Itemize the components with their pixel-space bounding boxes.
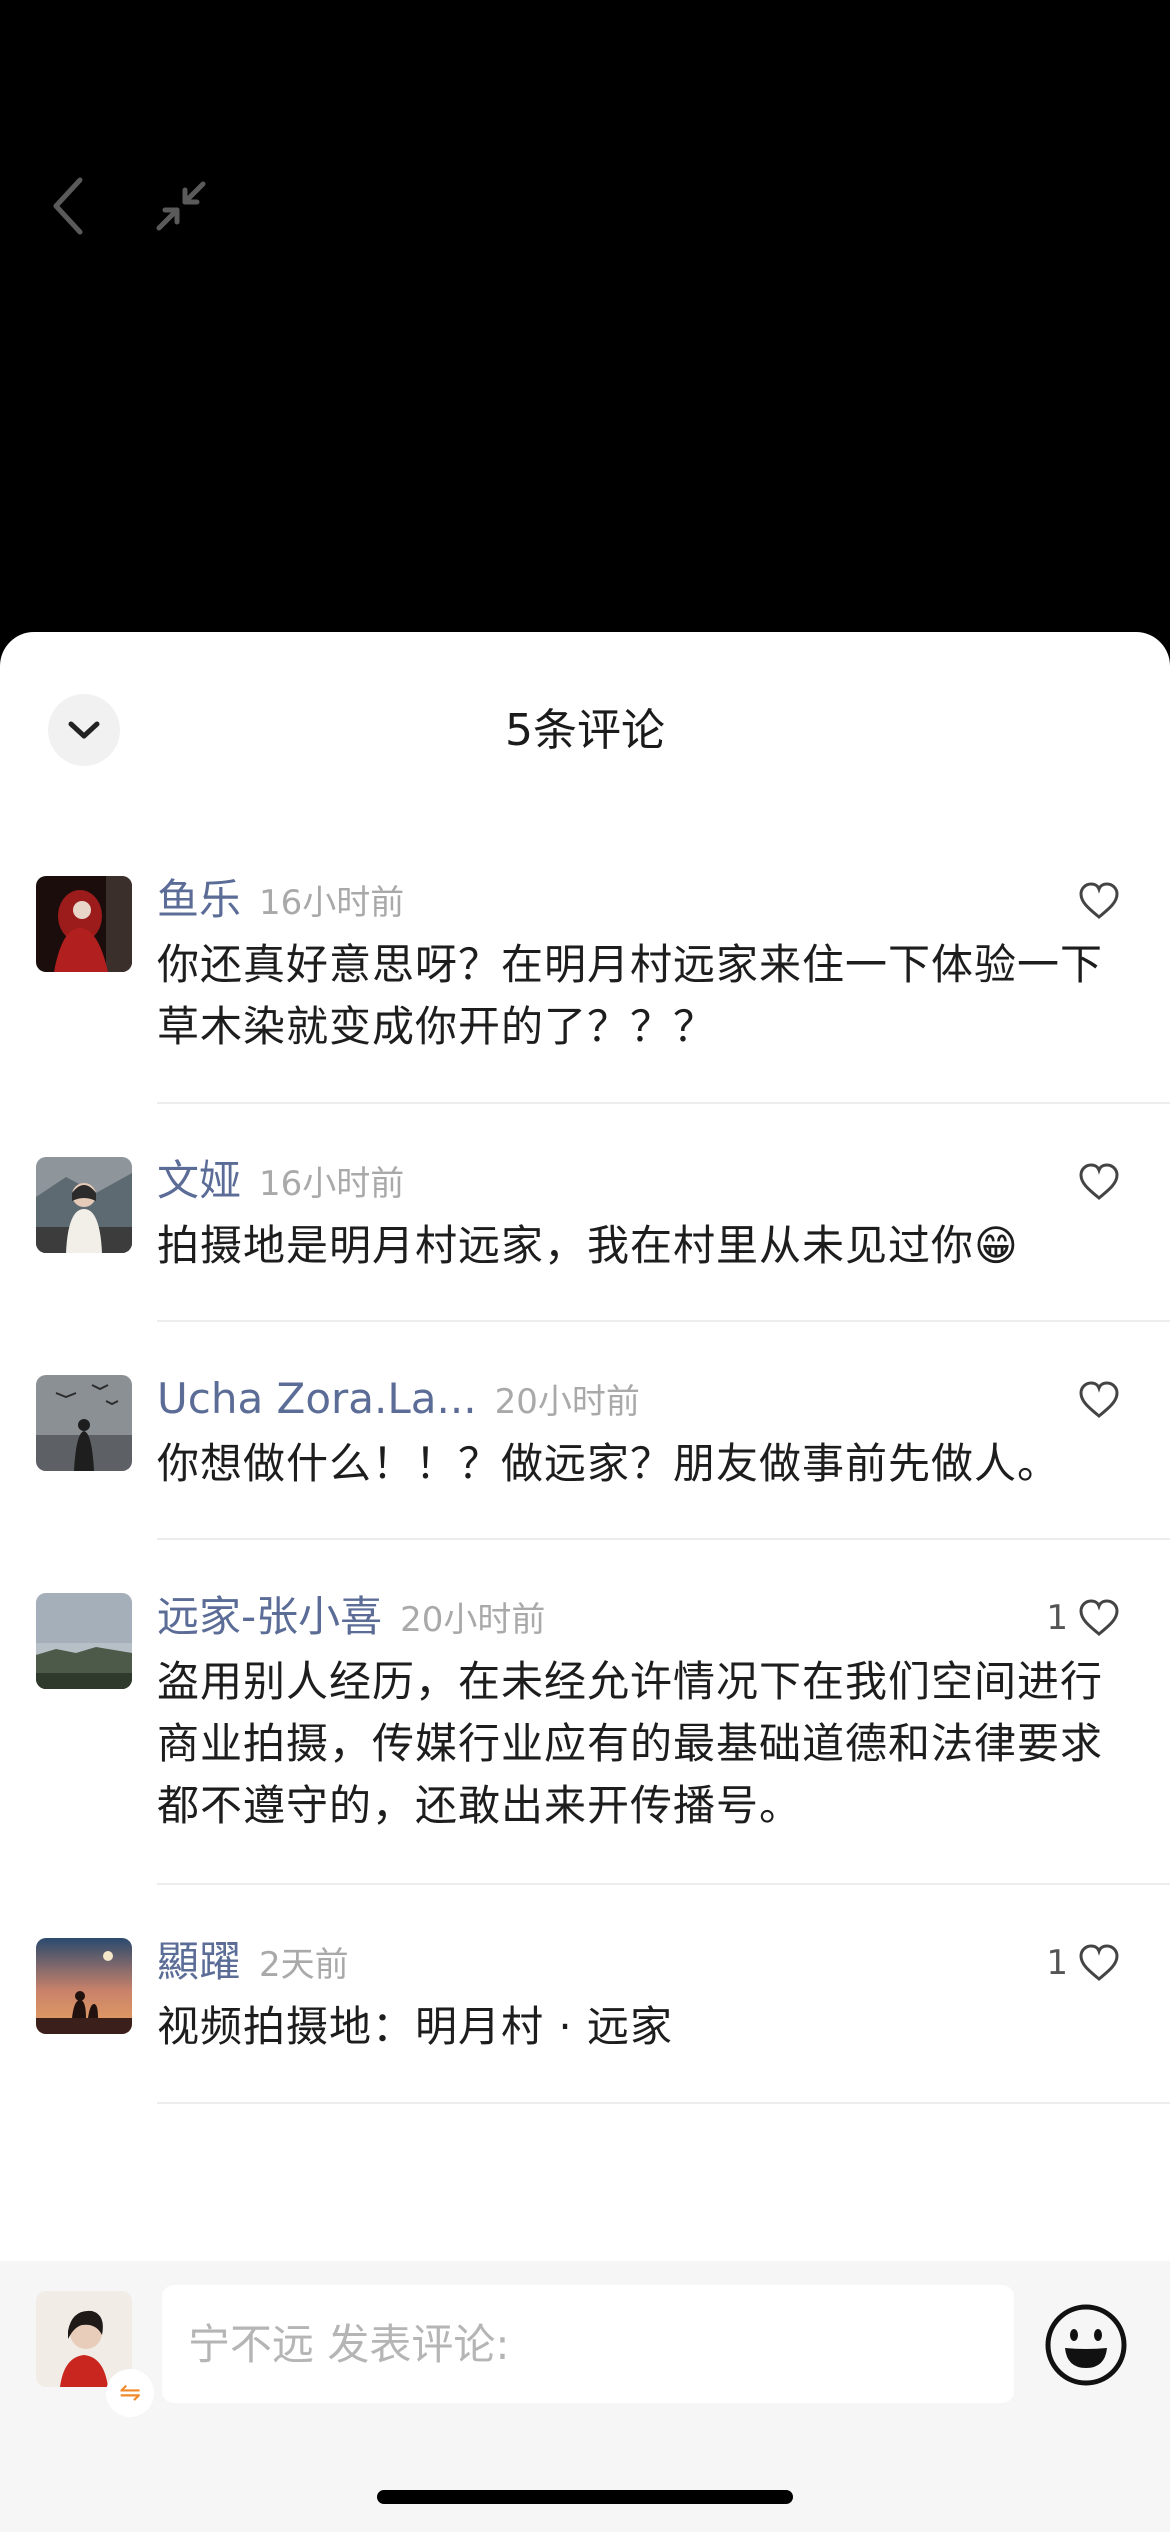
home-indicator[interactable]	[377, 2490, 793, 2504]
avatar[interactable]	[36, 1938, 132, 2034]
comment-item: 顯躍 2天前 1 视频拍摄地：明月村 · 远家	[0, 1934, 1170, 2074]
divider	[157, 1102, 1170, 1104]
like-count: 1	[1046, 1598, 1068, 1638]
emoji-button[interactable]	[1043, 2302, 1129, 2388]
comment-input[interactable]	[162, 2285, 1014, 2403]
divider	[157, 1320, 1170, 1322]
heart-icon	[1079, 1163, 1119, 1200]
back-button[interactable]	[38, 170, 98, 242]
avatar[interactable]	[36, 1157, 132, 1253]
comment-time: 2天前	[259, 1945, 349, 1985]
comment-text: 拍摄地是明月村远家，我在村里从未见过你😁	[157, 1221, 1019, 1270]
comment-item: 远家-张小喜 20小时前 1 盗用别人经历，在未经允许情况下在我们空间进行商业拍…	[0, 1589, 1170, 1859]
comment-author[interactable]: 远家-张小喜	[157, 1589, 382, 1645]
comments-sheet: 5条评论 鱼乐 16小时前 你还真好意思呀？在明月村远家来住一下体验一下草木染就…	[0, 632, 1170, 2532]
comment-meta: 顯躍 2天前	[157, 1934, 349, 1990]
divider	[157, 2102, 1170, 2104]
heart-icon	[1079, 1381, 1119, 1418]
smiley-emoji-icon	[1045, 2304, 1127, 2386]
comment-item: 文娅 16小时前 拍摄地是明月村远家，我在村里从未见过你😁	[0, 1153, 1170, 1293]
video-backdrop	[0, 0, 1170, 640]
minimize-button[interactable]	[150, 175, 212, 237]
comment-meta: 远家-张小喜 20小时前	[157, 1589, 545, 1645]
comment-time: 16小时前	[259, 883, 405, 923]
switch-account-button[interactable]: ⇋	[106, 2369, 154, 2417]
comment-text: 盗用别人经历，在未经允许情况下在我们空间进行商业拍摄，传媒行业应有的最基础道德和…	[157, 1657, 1104, 1830]
chevron-left-icon	[53, 177, 83, 235]
like-button[interactable]	[1068, 1159, 1120, 1205]
heart-icon	[1079, 882, 1119, 919]
comment-author[interactable]: Ucha Zora.La...	[157, 1371, 477, 1427]
like-button[interactable]: 1	[1046, 1940, 1120, 1986]
comment-text: 你想做什么！！？做远家？朋友做事前先做人。	[157, 1439, 1061, 1488]
avatar[interactable]	[36, 1593, 132, 1689]
comment-time: 20小时前	[494, 1382, 640, 1422]
comment-text: 你还真好意思呀？在明月村远家来住一下体验一下草木染就变成你开的了？？？	[157, 940, 1104, 1051]
comment-time: 20小时前	[400, 1600, 546, 1640]
like-button[interactable]: 1	[1046, 1595, 1120, 1641]
comment-text: 视频拍摄地：明月村 · 远家	[157, 2002, 674, 2051]
sheet-title: 5条评论	[505, 705, 665, 756]
comment-item: 鱼乐 16小时前 你还真好意思呀？在明月村远家来住一下体验一下草木染就变成你开的…	[0, 872, 1170, 1082]
comment-author[interactable]: 鱼乐	[157, 872, 241, 928]
comment-author[interactable]: 文娅	[157, 1153, 241, 1209]
heart-icon	[1079, 1599, 1119, 1636]
heart-icon	[1079, 1944, 1119, 1981]
like-button[interactable]	[1068, 1377, 1120, 1423]
minimize-arrows-icon	[156, 181, 206, 231]
avatar[interactable]	[36, 876, 132, 972]
comment-meta: Ucha Zora.La... 20小时前	[157, 1371, 640, 1427]
comment-item: Ucha Zora.La... 20小时前 你想做什么！！？做远家？朋友做事前先…	[0, 1371, 1170, 1511]
like-button[interactable]	[1068, 878, 1120, 924]
like-count: 1	[1046, 1943, 1068, 1983]
comment-time: 16小时前	[259, 1164, 405, 1204]
comment-meta: 鱼乐 16小时前	[157, 872, 404, 928]
divider	[157, 1883, 1170, 1885]
comment-meta: 文娅 16小时前	[157, 1153, 404, 1209]
avatar[interactable]	[36, 1375, 132, 1471]
comment-author[interactable]: 顯躍	[157, 1934, 241, 1990]
divider	[157, 1538, 1170, 1540]
